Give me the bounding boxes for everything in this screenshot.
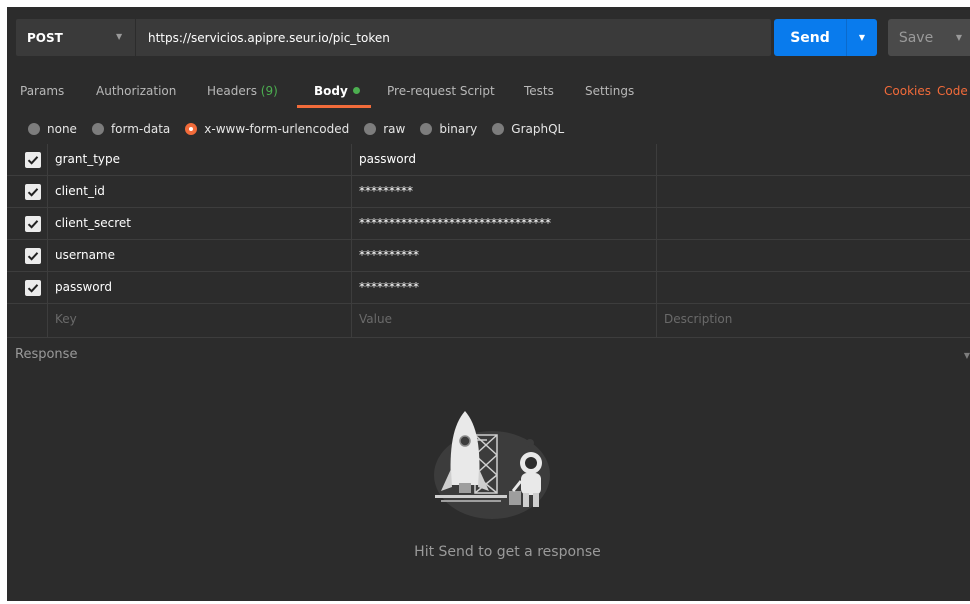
radio-icon[interactable] (492, 123, 505, 135)
send-options-chevron-icon[interactable]: ▼ (846, 19, 877, 56)
rocket-astronaut-illustration (427, 407, 562, 522)
response-header[interactable]: Response ▼ (7, 337, 970, 371)
param-value[interactable]: ********** (359, 280, 419, 294)
key-input[interactable]: Key (55, 312, 77, 326)
table-row: grant_type password (7, 144, 970, 176)
mode-label: none (47, 122, 77, 136)
mode-none[interactable]: none (28, 122, 77, 136)
save-options-chevron-icon[interactable]: ▼ (944, 33, 970, 42)
url-input[interactable]: https://servicios.apipre.seur.io/pic_tok… (136, 31, 390, 45)
radio-selected-icon[interactable] (185, 123, 198, 135)
mode-graphql[interactable]: GraphQL (492, 122, 564, 136)
mode-binary[interactable]: binary (420, 122, 477, 136)
param-key[interactable]: password (55, 280, 112, 294)
tab-pre-request-script[interactable]: Pre-request Script (387, 84, 495, 98)
response-title: Response (15, 347, 78, 362)
save-button[interactable]: Save ▼ (888, 19, 970, 56)
radio-icon[interactable] (91, 123, 104, 135)
tab-settings[interactable]: Settings (585, 84, 634, 98)
response-empty-hint: Hit Send to get a response (414, 544, 601, 560)
tab-headers-label: Headers (207, 84, 257, 98)
param-value[interactable]: password (359, 152, 416, 166)
body-mode-radios: none form-data x-www-form-urlencoded raw… (28, 119, 579, 139)
save-label: Save (898, 29, 934, 46)
table-row: username ********** (7, 240, 970, 272)
table-row: password ********** (7, 272, 970, 304)
param-key[interactable]: client_secret (55, 216, 131, 230)
column-divider (47, 144, 48, 337)
request-tabs: Params Authorization Headers (9) Body Pr… (7, 77, 970, 108)
active-tab-underline (297, 105, 371, 108)
new-param-row: Key Value Description (7, 304, 970, 336)
description-input[interactable]: Description (664, 312, 732, 326)
body-status-dot-icon (352, 87, 360, 94)
checkbox-checked-icon[interactable] (25, 280, 41, 296)
checkbox-checked-icon[interactable] (25, 152, 41, 168)
value-input[interactable]: Value (359, 312, 392, 326)
tab-headers[interactable]: Headers (9) (207, 84, 278, 98)
checkbox-checked-icon[interactable] (25, 248, 41, 264)
mode-raw[interactable]: raw (364, 122, 405, 136)
method-select[interactable]: POST ▼ (16, 19, 136, 56)
postman-request-panel: POST ▼ https://servicios.apipre.seur.io/… (7, 7, 970, 601)
tab-tests[interactable]: Tests (524, 84, 554, 98)
code-link[interactable]: Code (937, 84, 968, 98)
cookies-link[interactable]: Cookies (884, 84, 931, 98)
mode-label: GraphQL (511, 122, 565, 136)
table-row: client_secret **************************… (7, 208, 970, 240)
mode-label: x-www-form-urlencoded (204, 122, 350, 136)
column-divider (656, 144, 657, 337)
param-key[interactable]: username (55, 248, 115, 262)
radio-icon[interactable] (28, 123, 40, 135)
mode-x-www-form-urlencoded[interactable]: x-www-form-urlencoded (185, 122, 349, 136)
radio-icon[interactable] (364, 123, 377, 135)
tab-body[interactable]: Body (314, 84, 360, 98)
url-bar: POST ▼ https://servicios.apipre.seur.io/… (16, 19, 771, 56)
radio-icon[interactable] (420, 123, 433, 135)
mode-form-data[interactable]: form-data (91, 122, 171, 136)
headers-count-badge: (9) (260, 84, 278, 98)
chevron-down-icon[interactable]: ▼ (964, 351, 970, 360)
param-key[interactable]: client_id (55, 184, 105, 198)
mode-label: binary (439, 122, 478, 136)
checkbox-checked-icon[interactable] (25, 216, 41, 232)
param-value[interactable]: ********** (359, 248, 419, 262)
param-value[interactable]: ******************************** (359, 216, 551, 230)
mode-label: raw (383, 122, 406, 136)
send-label: Send (790, 29, 830, 46)
tab-authorization[interactable]: Authorization (96, 84, 176, 98)
checkbox-checked-icon[interactable] (25, 184, 41, 200)
column-divider (351, 144, 352, 337)
tab-body-label: Body (314, 84, 348, 98)
param-key[interactable]: grant_type (55, 152, 120, 166)
params-table: grant_type password client_id ********* … (7, 144, 970, 336)
method-label: POST (27, 30, 63, 45)
mode-label: form-data (110, 122, 171, 136)
rocket-astronaut-icon (434, 411, 550, 519)
chevron-down-icon: ▼ (116, 32, 123, 41)
param-value[interactable]: ********* (359, 184, 413, 198)
send-button[interactable]: Send ▼ (774, 19, 877, 56)
table-row: client_id ********* (7, 176, 970, 208)
tab-params[interactable]: Params (20, 84, 64, 98)
